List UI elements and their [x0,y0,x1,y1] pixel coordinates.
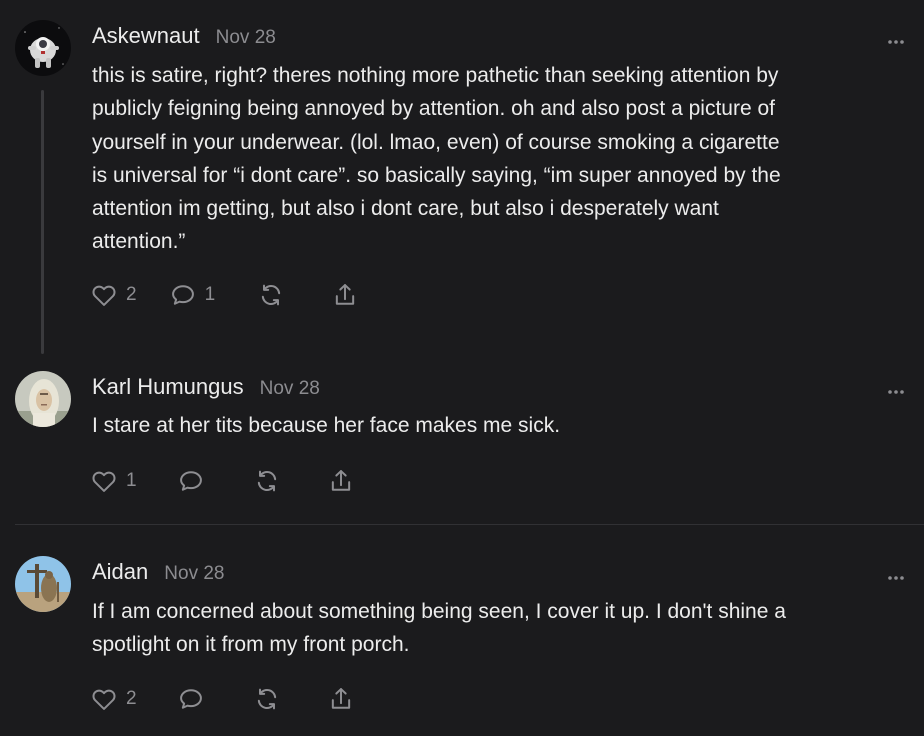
avatar[interactable] [15,556,71,612]
comment-date[interactable]: Nov 28 [216,27,276,49]
comments-page: Askewnaut Nov 28 this is satire, right? … [0,0,924,736]
comment-header: Karl Humungus Nov 28 [92,374,320,400]
author-name[interactable]: Karl Humungus [92,374,244,400]
share-icon [331,470,350,491]
restack-icon [257,688,276,710]
comment-line: this is satire, right? theres nothing mo… [92,64,779,87]
person-photo-avatar [15,371,71,427]
comment-line: attention im getting, but also i dont ca… [92,197,719,221]
like-button[interactable]: 2 [90,685,137,713]
author-name[interactable]: Askewnaut [92,23,200,49]
heart-icon [92,285,116,306]
comment-actions: 2 1 [90,280,359,310]
share-icon [335,284,355,305]
reply-button[interactable] [177,467,205,495]
comment-actions: 1 [90,466,355,496]
reply-button[interactable]: 1 [169,281,216,309]
more-dots-icon[interactable] [886,383,906,394]
share-icon [331,688,350,709]
speech-bubble-icon [179,471,202,491]
comment-header: Askewnaut Nov 28 [92,23,276,49]
more-dots-icon[interactable] [886,33,906,44]
like-count: 1 [126,470,137,491]
comment-body: this is satire, right? theres nothing mo… [92,59,907,259]
heart-icon [92,471,116,492]
restack-button[interactable] [253,467,281,495]
comment-line: yourself in your underwear. (lol. lmao, … [92,130,780,154]
comment-line: If I am concerned about something being … [92,600,786,623]
like-button[interactable]: 1 [90,467,137,495]
comment-line: spotlight on it from my front porch. [92,633,410,657]
comment-line: I stare at her tits because her face mak… [92,414,561,437]
astronaut-avatar [15,20,71,76]
comment-actions: 2 [90,684,355,714]
restack-icon [257,470,276,492]
reply-button[interactable] [177,685,205,713]
comment-line: attention.” [92,230,186,254]
thread-line [41,90,44,354]
like-button[interactable]: 2 [90,281,137,309]
statue-photo-avatar [15,556,71,612]
restack-button[interactable] [253,685,281,713]
divider [15,524,924,525]
heart-icon [92,689,116,710]
author-name[interactable]: Aidan [92,559,148,585]
comment-date[interactable]: Nov 28 [260,378,320,400]
reply-count: 1 [204,284,216,305]
comment-body: I stare at her tits because her face mak… [92,409,907,442]
comment-date[interactable]: Nov 28 [164,563,224,585]
avatar[interactable] [15,371,71,427]
avatar[interactable] [15,20,71,76]
speech-bubble-icon [171,285,194,305]
share-button[interactable] [327,685,355,713]
like-count: 2 [126,688,137,709]
restack-button[interactable] [257,281,285,309]
comment-body: If I am concerned about something being … [92,595,907,662]
comment-header: Aidan Nov 28 [92,559,224,585]
comment-line: publicly feigning being annoyed by atten… [92,97,775,121]
share-button[interactable] [331,281,359,309]
speech-bubble-icon [179,689,202,709]
restack-icon [261,284,281,306]
more-dots-icon[interactable] [886,569,906,580]
comment-line: is universal for “i dont care”. so basic… [92,163,781,187]
like-count: 2 [126,284,137,305]
share-button[interactable] [327,467,355,495]
